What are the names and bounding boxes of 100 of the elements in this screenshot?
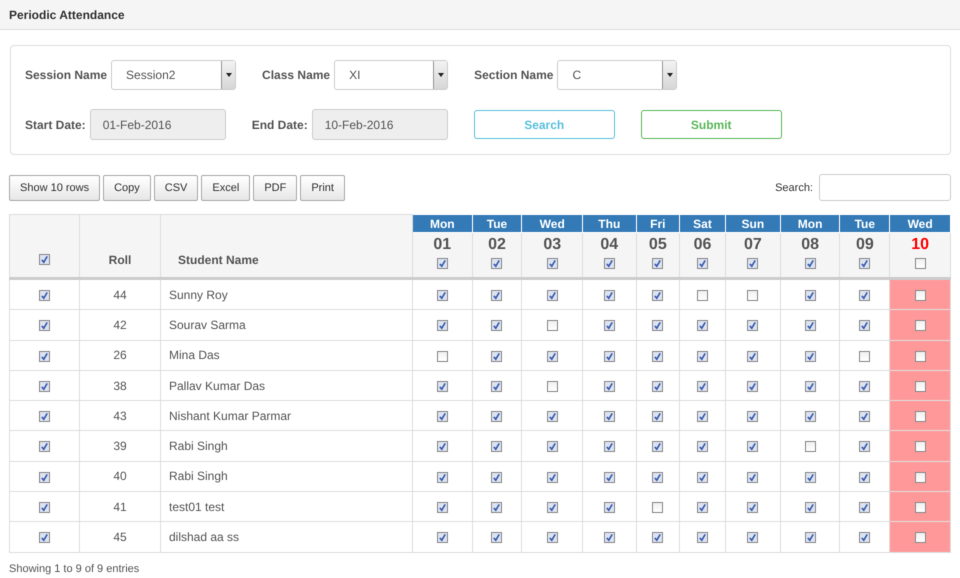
checkbox[interactable] [697, 472, 708, 483]
checkbox[interactable] [604, 441, 615, 452]
checkbox[interactable] [39, 532, 50, 544]
checkbox[interactable] [914, 441, 926, 452]
checkbox[interactable] [747, 258, 758, 269]
checkbox[interactable] [652, 441, 664, 452]
checkbox[interactable] [604, 290, 615, 301]
checkbox[interactable] [804, 258, 816, 269]
date-field[interactable]: 10-Feb-2016 [312, 109, 448, 140]
checkbox[interactable] [604, 472, 615, 483]
checkbox[interactable] [697, 350, 708, 362]
checkbox[interactable] [697, 502, 708, 514]
checkbox[interactable] [436, 472, 448, 483]
checkbox[interactable] [546, 320, 558, 332]
toolbar-button[interactable]: PDF [253, 174, 298, 200]
toolbar-button[interactable]: Copy [103, 174, 151, 200]
checkbox[interactable] [747, 472, 758, 483]
checkbox[interactable] [546, 411, 558, 422]
checkbox[interactable] [491, 290, 502, 301]
checkbox[interactable] [697, 258, 708, 269]
checkbox[interactable] [859, 472, 870, 483]
checkbox[interactable] [804, 472, 816, 483]
checkbox[interactable] [39, 290, 50, 301]
checkbox[interactable] [546, 441, 558, 452]
dropdown[interactable]: XI [334, 60, 448, 90]
checkbox[interactable] [604, 411, 615, 422]
checkbox[interactable] [652, 290, 664, 301]
checkbox[interactable] [697, 441, 708, 452]
checkbox[interactable] [859, 380, 870, 392]
checkbox[interactable] [39, 411, 50, 422]
checkbox[interactable] [491, 441, 502, 452]
checkbox[interactable] [697, 411, 708, 422]
checkbox[interactable] [436, 411, 448, 422]
checkbox[interactable] [604, 258, 615, 269]
toolbar-button[interactable]: CSV [154, 174, 198, 200]
checkbox[interactable] [859, 502, 870, 514]
checkbox[interactable] [546, 380, 558, 392]
checkbox[interactable] [436, 320, 448, 332]
checkbox[interactable] [914, 350, 926, 362]
checkbox[interactable] [652, 411, 664, 422]
checkbox[interactable] [652, 320, 664, 332]
checkbox[interactable] [436, 350, 448, 362]
checkbox[interactable] [39, 472, 50, 483]
checkbox[interactable] [804, 441, 816, 452]
checkbox[interactable] [652, 532, 664, 544]
checkbox[interactable] [914, 532, 926, 544]
checkbox[interactable] [697, 290, 708, 301]
checkbox[interactable] [546, 472, 558, 483]
dropdown[interactable]: Session2 [111, 60, 236, 90]
checkbox[interactable] [914, 258, 926, 269]
checkbox[interactable] [604, 350, 615, 362]
checkbox[interactable] [747, 350, 758, 362]
checkbox[interactable] [859, 290, 870, 301]
checkbox[interactable] [39, 320, 50, 332]
checkbox[interactable] [491, 502, 502, 514]
checkbox[interactable] [747, 411, 758, 422]
checkbox[interactable] [697, 320, 708, 332]
checkbox[interactable] [652, 380, 664, 392]
checkbox[interactable] [652, 472, 664, 483]
toolbar-button[interactable]: Print [300, 174, 345, 200]
checkbox[interactable] [747, 290, 758, 301]
checkbox[interactable] [491, 532, 502, 544]
checkbox[interactable] [604, 380, 615, 392]
checkbox[interactable] [804, 290, 816, 301]
checkbox[interactable] [859, 320, 870, 332]
checkbox[interactable] [491, 472, 502, 483]
checkbox[interactable] [859, 350, 870, 362]
checkbox[interactable] [859, 441, 870, 452]
checkbox[interactable] [914, 290, 926, 301]
toolbar-button[interactable]: Excel [201, 174, 250, 200]
checkbox[interactable] [914, 411, 926, 422]
checkbox[interactable] [747, 320, 758, 332]
checkbox[interactable] [914, 320, 926, 332]
checkbox[interactable] [491, 411, 502, 422]
checkbox[interactable] [652, 502, 664, 514]
checkbox[interactable] [546, 350, 558, 362]
checkbox[interactable] [39, 502, 50, 514]
checkbox[interactable] [436, 502, 448, 514]
checkbox[interactable] [491, 258, 502, 269]
checkbox[interactable] [747, 502, 758, 514]
checkbox[interactable] [747, 532, 758, 544]
checkbox[interactable] [859, 411, 870, 422]
checkbox[interactable] [804, 411, 816, 422]
checkbox[interactable] [436, 532, 448, 544]
checkbox[interactable] [804, 380, 816, 392]
checkbox[interactable] [39, 380, 50, 392]
checkbox[interactable] [914, 502, 926, 514]
checkbox[interactable] [436, 258, 448, 269]
checkbox[interactable] [914, 380, 926, 392]
checkbox[interactable] [39, 350, 50, 362]
checkbox[interactable] [652, 350, 664, 362]
checkbox[interactable] [436, 441, 448, 452]
checkbox[interactable] [604, 502, 615, 514]
checkbox[interactable] [604, 532, 615, 544]
dropdown[interactable]: C [557, 60, 678, 90]
checkbox[interactable] [747, 441, 758, 452]
checkbox[interactable] [747, 380, 758, 392]
checkbox[interactable] [491, 350, 502, 362]
checkbox[interactable] [546, 258, 558, 269]
checkbox[interactable] [39, 254, 50, 265]
